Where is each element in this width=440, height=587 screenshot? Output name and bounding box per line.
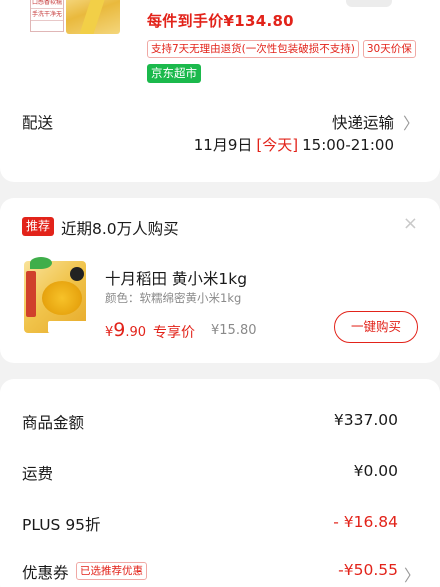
chevron-right-icon[interactable]: 〉	[403, 110, 419, 134]
recommendation-card: 推荐 近期8.0万人购买 × 十月稻田 黄小米1kg 颜色：软糯绵密黄小米1kg…	[0, 198, 440, 363]
chevron-right-icon[interactable]: 〉	[404, 562, 420, 586]
recommended-product-variant: 颜色：软糯绵密黄小米1kg	[105, 291, 242, 305]
thumb-tag: 口感香软糯	[31, 0, 63, 9]
store-badge: 京东超市	[147, 64, 201, 83]
unit-price: 每件到手价¥134.80	[147, 12, 294, 30]
delivery-window: 15:00-21:00	[302, 136, 394, 154]
order-item-card: 口感香软糯 手洗干净无 每件到手价¥134.80 支持7天无理由退货(一次性包装…	[0, 0, 440, 182]
exclusive-price-label: 专享价	[153, 325, 195, 341]
delivery-label: 配送	[22, 114, 54, 132]
recommend-badge: 推荐	[22, 217, 55, 236]
price-protection-badge: 30天价保	[362, 40, 416, 58]
recommended-product-image[interactable]	[20, 257, 96, 335]
original-price: ¥15.80	[211, 323, 257, 338]
one-click-buy-button[interactable]: 一键购买	[334, 311, 418, 343]
plus-discount-label: PLUS 95折	[22, 516, 101, 534]
product-thumbnail[interactable]: 口感香软糯 手洗干净无	[0, 0, 120, 34]
close-icon[interactable]: ×	[403, 213, 418, 234]
service-badges: 支持7天无理由退货(一次性包装破损不支持) 30天价保	[147, 40, 416, 58]
delivery-time[interactable]: 11月9日 [今天] 15:00-21:00	[194, 134, 394, 155]
thumb-tag-strip: 口感香软糯 手洗干净无	[30, 0, 64, 32]
delivery-date: 11月9日	[193, 136, 253, 154]
delivery-today: [今天]	[256, 136, 299, 154]
shipping-fee-label: 运费	[22, 465, 54, 483]
recommended-product-price: ¥9.90	[105, 319, 146, 341]
price-summary-card: 商品金额 ¥337.00 运费 ¥0.00 PLUS 95折 - ¥16.84 …	[0, 379, 440, 587]
product-bag-image	[66, 0, 120, 34]
plus-discount-value: - ¥16.84	[333, 513, 398, 531]
price-decimal: .90	[125, 325, 147, 340]
quantity-control-edge[interactable]	[346, 0, 392, 7]
thumb-tag: 手洗干净无	[31, 9, 63, 21]
delivery-method[interactable]: 快递运输	[332, 111, 394, 133]
subtotal-label: 商品金额	[22, 414, 85, 432]
coupon-label: 优惠券	[22, 564, 69, 582]
return-policy-badge: 支持7天无理由退货(一次性包装破损不支持)	[147, 40, 359, 58]
recommend-title: 近期8.0万人购买	[61, 220, 179, 238]
price-integer: 9	[113, 319, 126, 341]
shipping-fee-value: ¥0.00	[353, 462, 398, 480]
coupon-selected-tag: 已选推荐优惠	[76, 562, 147, 580]
subtotal-value: ¥337.00	[333, 411, 398, 429]
recommended-product-name[interactable]: 十月稻田 黄小米1kg	[105, 267, 247, 289]
coupon-value[interactable]: -¥50.55	[338, 561, 398, 579]
